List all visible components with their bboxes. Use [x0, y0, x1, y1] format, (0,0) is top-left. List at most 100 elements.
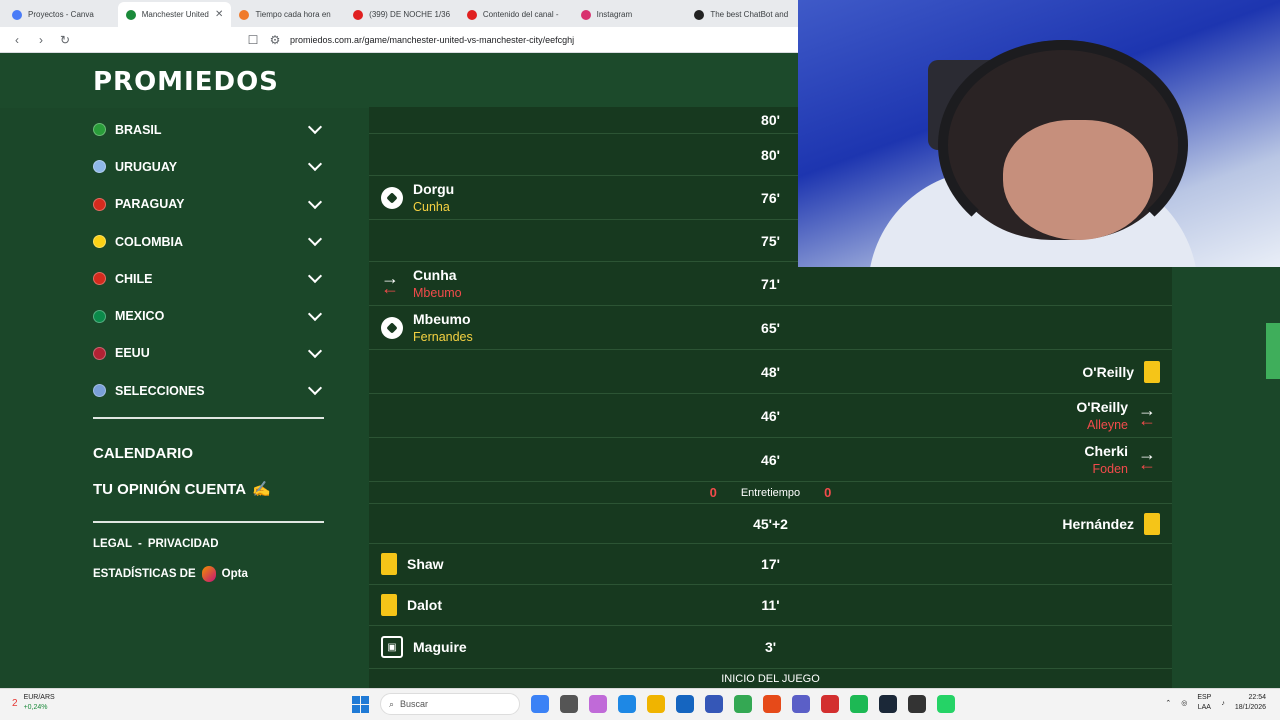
chevron-down-icon[interactable] [307, 381, 323, 396]
country-label: SELECCIONES [115, 383, 205, 398]
chevron-down-icon[interactable] [307, 231, 323, 247]
assist-name[interactable]: Foden [1093, 460, 1128, 478]
browser-tab[interactable]: Proyectos - Canva [4, 2, 118, 27]
browser-tab[interactable]: Contenido del canal - [459, 2, 573, 27]
volume-icon[interactable]: ♪ [1221, 700, 1225, 707]
assist-name[interactable]: Mbeumo [413, 284, 462, 302]
country-flag-icon [93, 309, 106, 323]
country-item[interactable]: EEUU [93, 335, 324, 372]
legal-link[interactable]: LEGAL [93, 538, 132, 550]
browser-address-bar: ‹ › ↻ ☐ ⚙ promiedos.com.ar/game/manchest… [0, 27, 800, 53]
taskbar-app-icon[interactable] [937, 695, 955, 713]
assist-name[interactable]: Alleyne [1087, 416, 1128, 434]
taskbar-app-icon[interactable] [647, 695, 665, 713]
webcam-headset [938, 40, 1188, 250]
url-field[interactable]: promiedos.com.ar/game/manchester-united-… [290, 35, 574, 45]
country-label: URUGUAY [115, 159, 178, 174]
player-name[interactable]: Dalot [407, 596, 442, 614]
forward-icon[interactable]: › [34, 33, 48, 47]
webcam-overlay [798, 0, 1280, 267]
player-name[interactable]: Cunha [413, 266, 462, 284]
privacidad-link[interactable]: PRIVACIDAD [148, 538, 219, 550]
player-names: Cherki Foden [1084, 442, 1128, 478]
country-item[interactable]: MEXICO [93, 297, 324, 334]
reload-icon[interactable]: ↻ [58, 33, 72, 47]
browser-tab[interactable]: The best ChatBot and [686, 2, 800, 27]
player-name[interactable]: Dorgu [413, 180, 454, 198]
taskbar-app-icon[interactable] [879, 695, 897, 713]
taskbar-app-icon[interactable] [763, 695, 781, 713]
sidebar-divider-2 [93, 521, 324, 524]
tab-label: Proyectos - Canva [28, 10, 94, 19]
away-event: O'Reilly Alleyne → ← [1076, 394, 1160, 437]
player-name[interactable]: Mbeumo [413, 310, 473, 328]
substitution-icon: → ← [381, 269, 403, 298]
country-label: PARAGUAY [115, 197, 185, 212]
taskbar-app-icon[interactable] [792, 695, 810, 713]
taskbar-app-icon[interactable] [705, 695, 723, 713]
legal-links: LEGAL - PRIVACIDAD [93, 538, 324, 550]
taskbar-app-icon[interactable] [734, 695, 752, 713]
browser-tab[interactable]: Manchester United ✕ [117, 2, 232, 27]
assist-name[interactable]: Cunha [413, 198, 454, 216]
chevron-down-icon[interactable] [307, 306, 323, 321]
taskbar-app-icon[interactable] [850, 695, 868, 713]
clock[interactable]: 22:54 18/1/2026 [1235, 693, 1266, 713]
taskbar-app-icon[interactable] [618, 695, 636, 713]
tab-label: Contenido del canal - [482, 10, 559, 19]
country-item[interactable]: COLOMBIA [93, 223, 324, 260]
promiedos-logo[interactable]: PROMIEDOS [93, 67, 279, 97]
taskbar-app-icon[interactable] [821, 695, 839, 713]
site-info-icon[interactable]: ⚙ [268, 33, 282, 47]
taskbar-search[interactable]: ⌕ Buscar [380, 693, 520, 715]
taskbar-app-icon[interactable] [560, 695, 578, 713]
windows-start-icon[interactable] [352, 695, 369, 713]
search-placeholder: Buscar [400, 699, 429, 709]
player-name[interactable]: Maguire [413, 638, 467, 656]
country-flag-icon [93, 272, 106, 286]
opinion-link[interactable]: TU OPINIÓN CUENTA ✍ [93, 479, 324, 499]
tray-chevron-icon[interactable]: ⌃ [1165, 699, 1171, 707]
sub-out-arrow-icon: ← [381, 277, 399, 298]
assist-name[interactable]: Fernandes [413, 328, 473, 346]
taskbar-app-icon[interactable] [676, 695, 694, 713]
country-item[interactable]: SELECCIONES [93, 372, 324, 409]
network-icon[interactable]: ◎ [1181, 699, 1187, 707]
browser-tab[interactable]: Tiempo cada hora en [231, 2, 345, 27]
chevron-down-icon[interactable] [307, 120, 323, 135]
chevron-down-icon[interactable] [307, 343, 323, 358]
browser-tab[interactable]: Instagram [573, 2, 687, 27]
player-name[interactable]: Hernández [1062, 515, 1134, 533]
halftime-row: 0 Entretiempo 0 [369, 482, 1172, 504]
tab-label: (399) DE NOCHE 1/36 [369, 10, 451, 19]
country-item[interactable]: CHILE [93, 260, 324, 297]
chevron-down-icon[interactable] [307, 157, 323, 172]
country-item[interactable]: URUGUAY [93, 148, 324, 185]
scrollbar-accent[interactable] [1266, 323, 1280, 379]
taskbar-app-icon[interactable] [908, 695, 926, 713]
player-name[interactable]: O'Reilly [1076, 398, 1128, 416]
tab-close-icon[interactable]: ✕ [215, 9, 223, 20]
opta-link[interactable]: Opta [222, 568, 248, 580]
away-event: O'Reilly [1082, 350, 1160, 393]
country-item[interactable]: BRASIL [93, 111, 324, 148]
tab-favicon-icon [239, 9, 250, 20]
taskbar-app-icon[interactable] [531, 695, 549, 713]
taskbar-app-icon[interactable] [589, 695, 607, 713]
yellow-card-icon [1144, 360, 1160, 383]
browser-tab[interactable]: (399) DE NOCHE 1/36 [345, 2, 459, 27]
player-name[interactable]: Cherki [1084, 442, 1128, 460]
event-row: 71' → ← Cunha Mbeumo [369, 262, 1172, 306]
back-icon[interactable]: ‹ [10, 33, 24, 47]
ticker-widget[interactable]: 2 EUR/ARS +0,24% [12, 693, 55, 713]
player-name[interactable]: Shaw [407, 555, 444, 573]
home-event: → ← Cunha Mbeumo [381, 262, 462, 305]
chevron-down-icon[interactable] [307, 269, 323, 284]
country-item[interactable]: PARAGUAY [93, 186, 324, 223]
player-name[interactable]: O'Reilly [1082, 363, 1134, 381]
chevron-down-icon[interactable] [307, 194, 323, 209]
calendario-link[interactable]: CALENDARIO [93, 443, 324, 463]
bookmark-icon[interactable]: ☐ [246, 33, 260, 47]
country-label: EEUU [115, 346, 150, 361]
language-indicator[interactable]: ESP LAA [1197, 693, 1211, 713]
